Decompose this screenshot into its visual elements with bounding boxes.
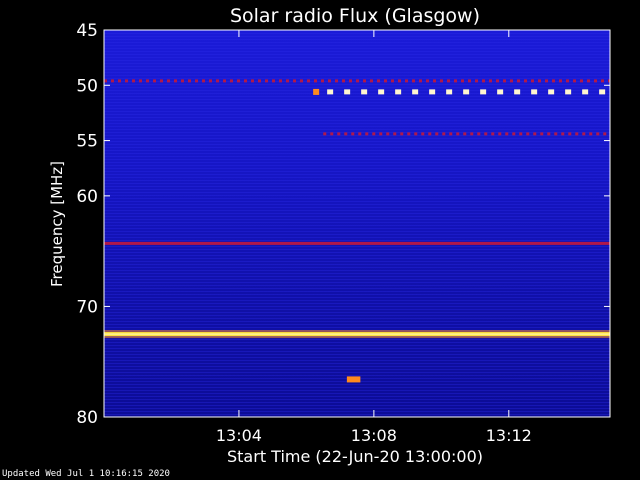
radio-burst (346, 376, 361, 383)
x-axis-label: Start Time (22-Jun-20 13:00:00) (227, 447, 483, 466)
updated-timestamp: Updated Wed Jul 1 10:16:15 2020 (2, 469, 170, 479)
y-tick-label: 45 (76, 21, 98, 41)
chart-title: Solar radio Flux (Glasgow) (230, 5, 480, 27)
x-tick-label: 13:04 (216, 426, 262, 445)
y-tick-label: 80 (76, 408, 98, 428)
y-tick-label: 60 (76, 187, 98, 207)
plot-area (104, 30, 610, 417)
y-axis-label: Frequency [MHz] (48, 161, 66, 287)
x-tick-label: 13:12 (486, 426, 532, 445)
band-core (104, 333, 610, 335)
y-tick-label: 50 (76, 76, 98, 96)
band-start-marker (313, 88, 320, 95)
y-tick-label: 70 (76, 297, 98, 317)
spectrogram-chart: Solar radio Flux (Glasgow) 455055607080 … (48, 5, 611, 466)
y-tick-label: 55 (76, 132, 98, 152)
interference-band (104, 241, 610, 245)
spectrogram-texture (104, 30, 610, 417)
x-tick-label: 13:08 (351, 426, 397, 445)
